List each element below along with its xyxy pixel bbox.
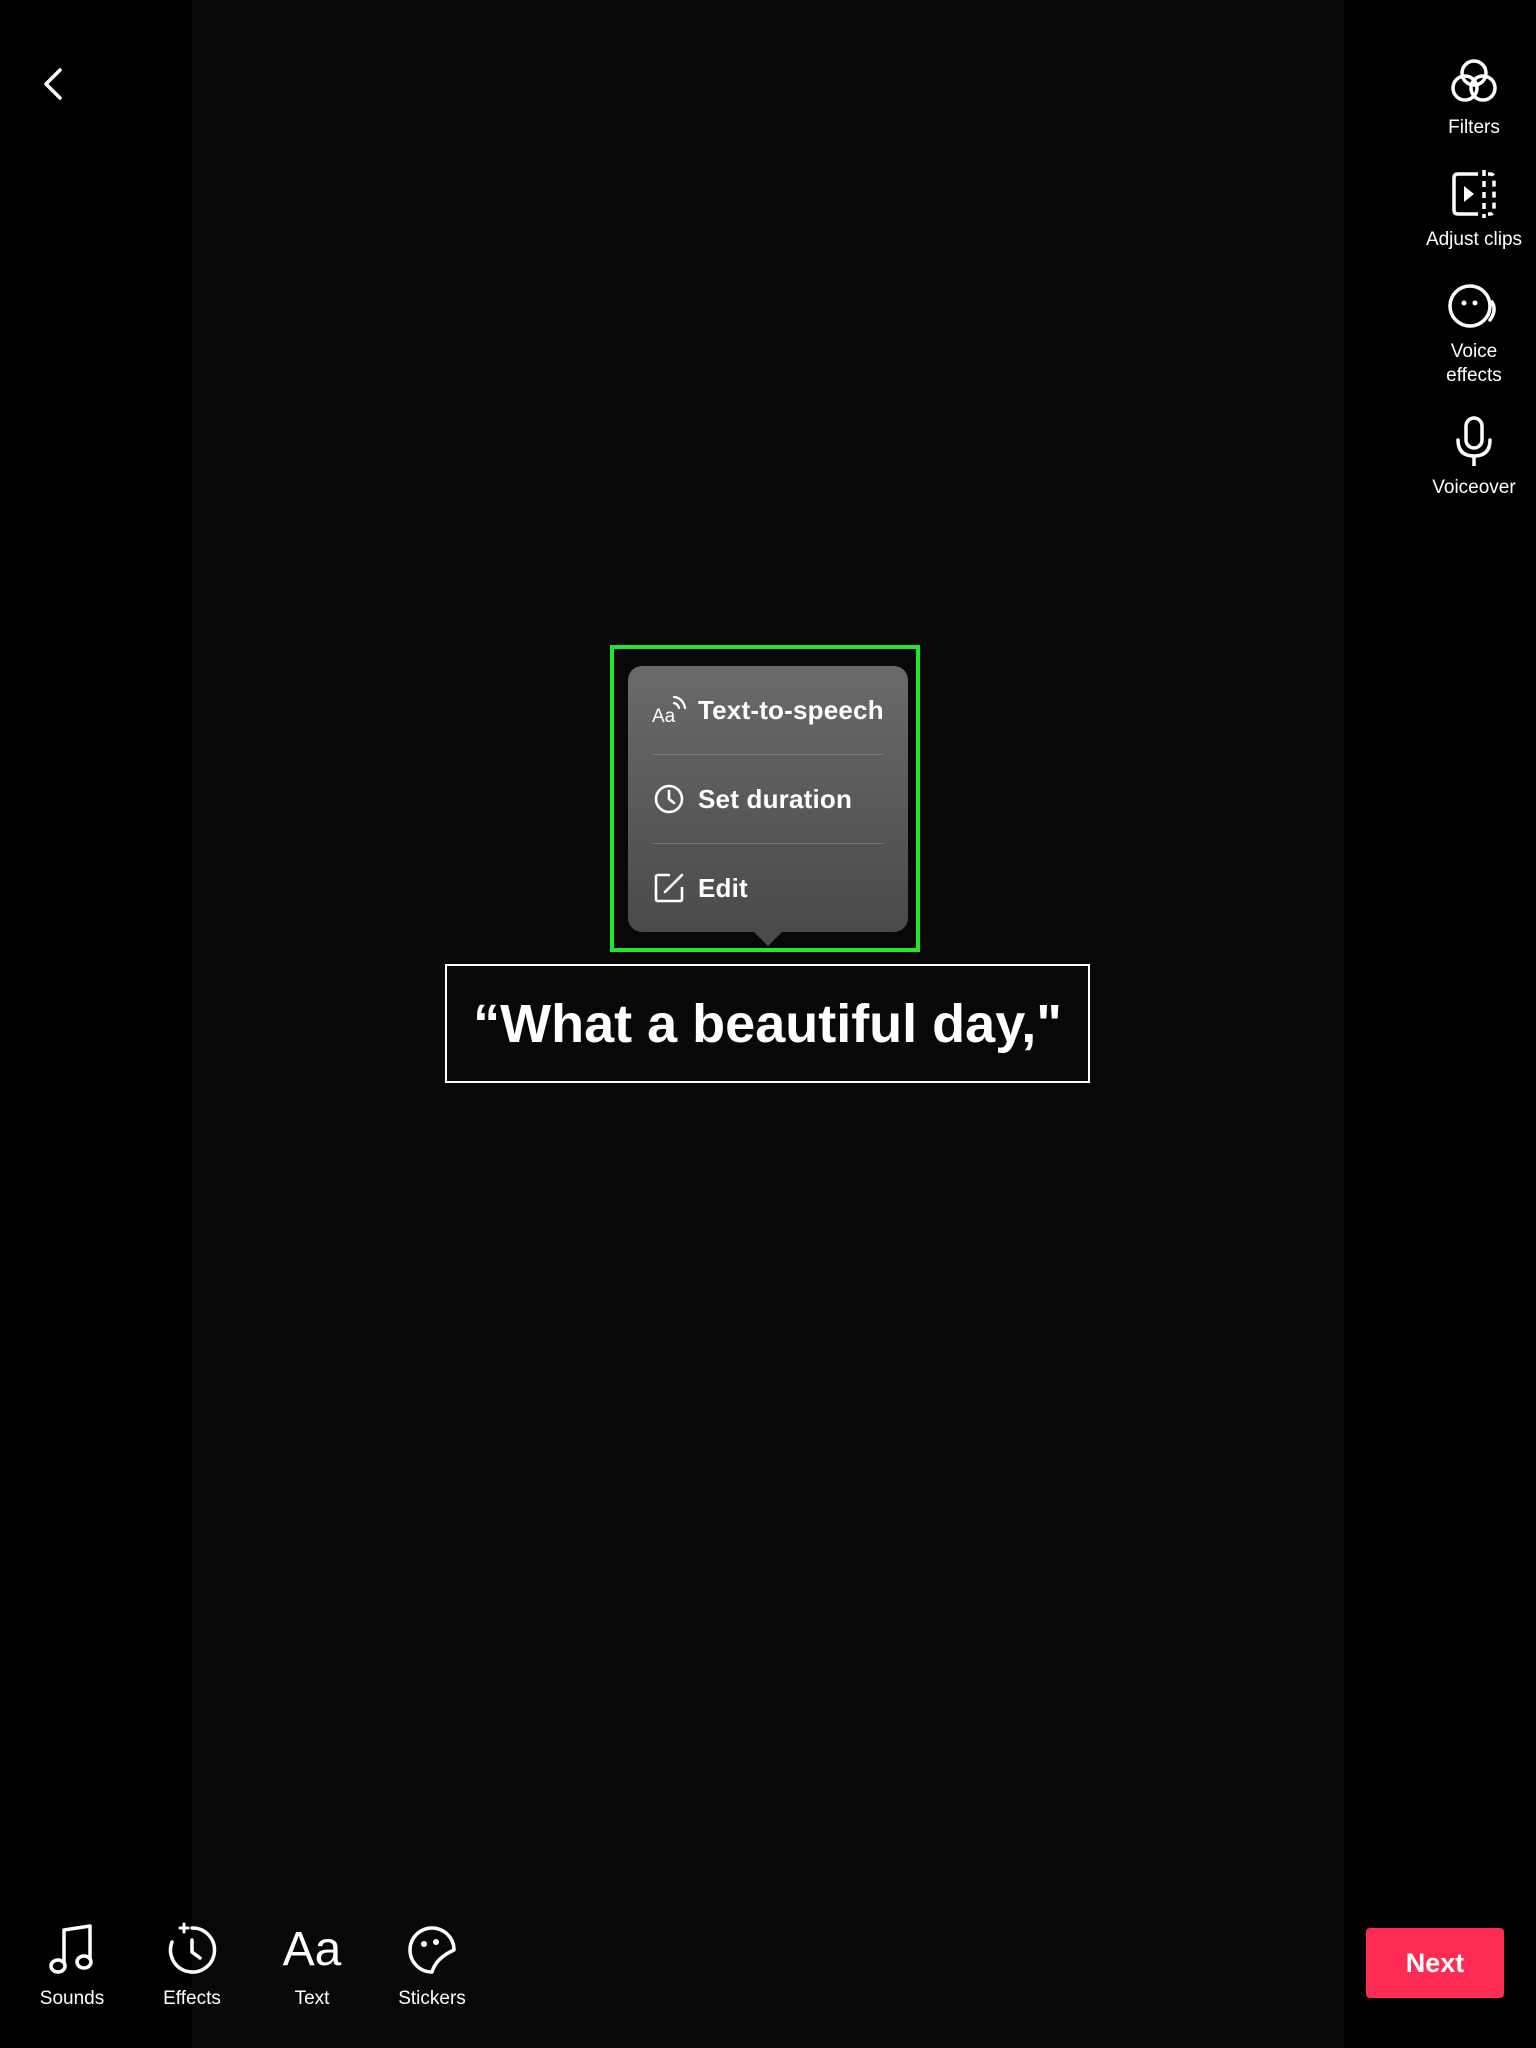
menu-item-label: Set duration — [698, 783, 853, 814]
back-button[interactable] — [22, 52, 86, 116]
text-to-speech-icon: Aa — [652, 695, 686, 727]
voiceover-label: Voiceover — [1432, 477, 1516, 498]
adjust-clips-button[interactable]: Adjust clips — [1412, 164, 1536, 252]
text-button[interactable]: Aa Text — [252, 1920, 372, 2010]
text-label: Text — [294, 1988, 330, 2009]
stickers-label: Stickers — [398, 1988, 466, 2009]
side-toolbar: Filters Adjust clips Voice effects Voice… — [1412, 52, 1536, 524]
chevron-left-icon — [44, 68, 62, 100]
text-options-popup: Aa Text-to-speech Set duration Edit — [628, 666, 908, 946]
svg-text:Aa: Aa — [652, 706, 676, 727]
voiceover-button[interactable]: Voiceover — [1412, 412, 1536, 500]
menu-item-label: Text-to-speech — [698, 694, 884, 725]
voice-effects-button[interactable]: Voice effects — [1412, 276, 1536, 388]
edit-icon — [654, 873, 684, 903]
menu-item-edit[interactable]: Edit — [652, 844, 884, 932]
caption-text: “What a beautiful day," — [473, 993, 1062, 1054]
text-icon: Aa — [282, 1923, 342, 1976]
sounds-label: Sounds — [39, 1988, 105, 2009]
menu-item-text-to-speech[interactable]: Aa Text-to-speech — [652, 666, 884, 755]
stickers-button[interactable]: Stickers — [372, 1920, 492, 2010]
clock-icon — [654, 784, 684, 814]
effects-button[interactable]: Effects — [132, 1920, 252, 2010]
adjust-clips-label: Adjust clips — [1425, 229, 1523, 250]
effects-icon — [168, 1922, 217, 1974]
next-button[interactable]: Next — [1366, 1928, 1504, 1998]
menu-item-label: Edit — [698, 872, 748, 903]
adjust-clips-icon — [1452, 170, 1496, 218]
effects-label: Effects — [163, 1988, 221, 2009]
voice-effects-icon — [1448, 284, 1496, 328]
microphone-icon — [1456, 416, 1492, 466]
filters-label: Filters — [1448, 117, 1500, 138]
filters-icon — [1451, 59, 1497, 102]
menu-item-set-duration[interactable]: Set duration — [652, 755, 884, 844]
voice-effects-label: Voice effects — [1446, 341, 1502, 386]
sounds-button[interactable]: Sounds — [12, 1920, 132, 2010]
bottom-toolbar: Sounds Effects Aa Text Stickers — [12, 1920, 492, 2010]
text-caption[interactable]: “What a beautiful day," — [445, 964, 1090, 1083]
sticker-icon — [408, 1926, 456, 1974]
music-note-icon — [49, 1924, 93, 1974]
filters-button[interactable]: Filters — [1412, 52, 1536, 140]
